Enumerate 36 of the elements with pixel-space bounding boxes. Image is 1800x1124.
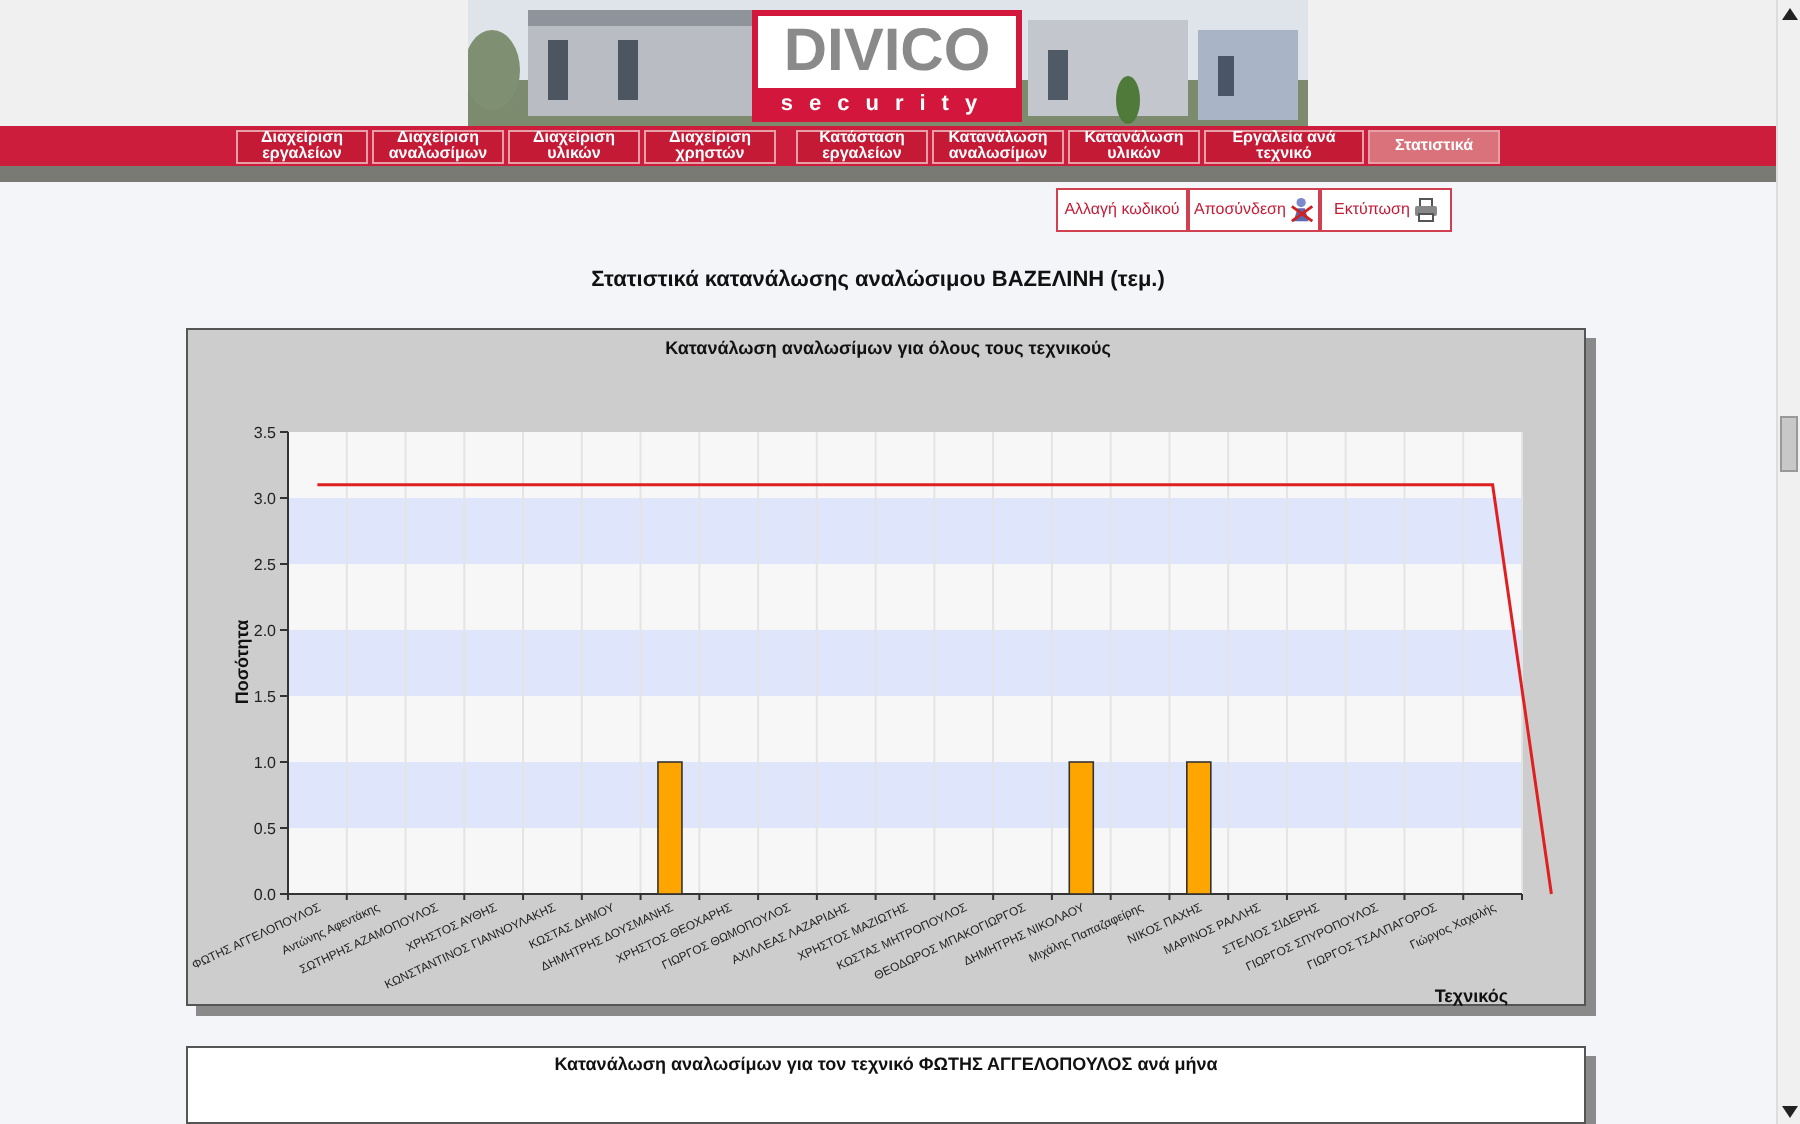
nav-tab[interactable]: Κατάσταση εργαλείων xyxy=(796,129,928,164)
axis-title: Ποσότητα xyxy=(232,619,252,704)
axis-title: Τεχνικός xyxy=(1434,985,1508,1006)
y-tick-label: 2.5 xyxy=(253,555,276,574)
nav-tab[interactable]: Κατανάλωση αναλωσίμων xyxy=(932,129,1064,164)
scroll-up-icon[interactable] xyxy=(1781,8,1797,20)
y-tick-label: 1.5 xyxy=(253,687,276,706)
scrollbar[interactable] xyxy=(1776,0,1800,1124)
bar xyxy=(657,760,683,895)
action-button[interactable]: Αποσύνδεση xyxy=(1188,188,1320,233)
printer-icon xyxy=(1413,198,1438,223)
chart-title: Κατανάλωση αναλωσίμων για όλους τους τεχνικούς xyxy=(665,337,1111,358)
scroll-down-icon[interactable] xyxy=(1781,1106,1797,1118)
y-tick-label: 1.0 xyxy=(253,753,276,772)
nav-tab[interactable]: Κατανάλωση υλικών xyxy=(1068,129,1200,164)
logo-subtitle: security xyxy=(780,90,994,120)
nav-tab[interactable]: Διαχείριση υλικών xyxy=(508,129,640,164)
nav-tab[interactable]: Διαχείριση αναλωσίμων xyxy=(372,129,504,164)
action-button[interactable]: Αλλαγή κωδικού xyxy=(1056,188,1188,233)
y-tick-label: 3.5 xyxy=(253,423,276,442)
y-tick-label: 3.0 xyxy=(253,489,276,508)
nav-tab[interactable]: Εργαλεία ανά τεχνικό xyxy=(1204,129,1364,164)
y-tick-label: 0.0 xyxy=(253,885,276,904)
action-button[interactable]: Εκτύπωση xyxy=(1320,188,1452,233)
bar xyxy=(1068,760,1095,895)
bar xyxy=(1186,760,1212,895)
nav-tab[interactable]: Στατιστικά xyxy=(1368,129,1500,164)
chart-title: Κατανάλωση αναλωσίμων για τον τεχνικό ΦΩΤΗΣ ΑΓΓΕΛΟΠΟΥΛΟΣ ανά μήνα xyxy=(554,1052,1218,1077)
logo-title: DIVICO xyxy=(758,16,1016,88)
y-tick-label: 0.5 xyxy=(253,819,276,838)
person-x-icon xyxy=(1289,196,1314,225)
nav-tab[interactable]: Διαχείριση χρηστών xyxy=(644,129,776,164)
page-title: Στατιστικά κατανάλωσης αναλώσιμου ΒΑΖΕΛΙΝΗ (τεμ.) xyxy=(589,266,1167,297)
scroll-thumb[interactable] xyxy=(1780,415,1798,471)
y-tick-label: 2.0 xyxy=(253,621,276,640)
nav-tab[interactable]: Διαχείριση εργαλείων xyxy=(236,129,368,164)
